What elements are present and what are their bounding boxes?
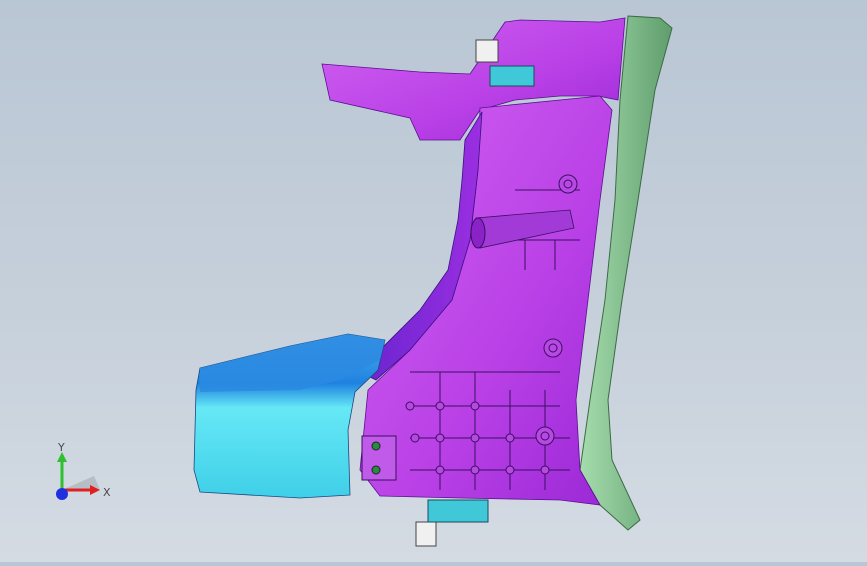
z-axis-icon <box>56 488 68 500</box>
side-bracket <box>361 435 397 481</box>
y-axis-label: Y <box>58 441 65 454</box>
graphics-viewport[interactable]: Y X <box>0 0 867 562</box>
clip-bottom <box>415 499 489 547</box>
main-panel[interactable] <box>359 95 613 506</box>
3d-model[interactable] <box>0 0 867 562</box>
x-axis-label: X <box>103 486 111 499</box>
